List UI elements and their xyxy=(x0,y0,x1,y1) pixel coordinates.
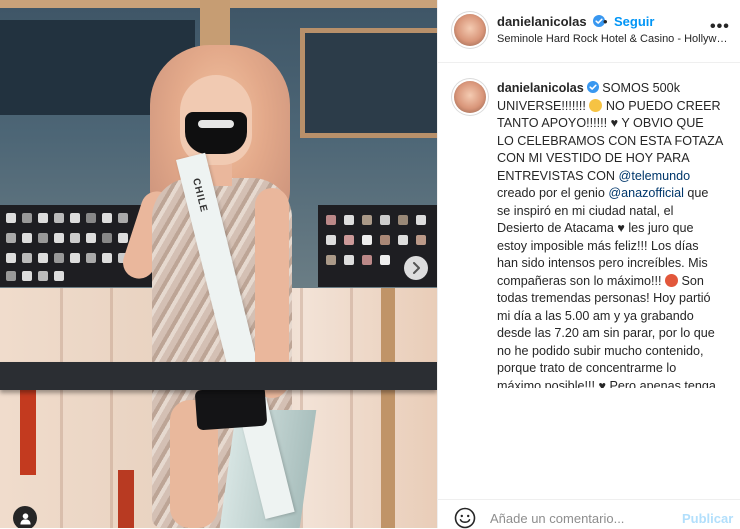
verified-badge-icon xyxy=(586,81,599,93)
user-icon xyxy=(19,512,31,525)
post-header: danielanicolas • Seguir Seminole Hard Ro… xyxy=(438,0,740,63)
username[interactable]: danielanicolas xyxy=(497,14,587,29)
red-decor xyxy=(118,470,134,528)
publish-button[interactable]: Publicar xyxy=(682,511,733,526)
shocked-emoji-icon xyxy=(589,98,603,112)
separator-dot: • xyxy=(603,14,608,29)
caption-part: que se inspiró en mi ciudad natal, el De… xyxy=(497,186,712,288)
username-link[interactable]: danielanicolas xyxy=(497,14,606,29)
caption-text: danielanicolas SOMOS 500k UNIVERSE!!!!!!… xyxy=(497,80,723,388)
red-decor xyxy=(20,380,36,475)
more-options-button[interactable]: ••• xyxy=(710,18,730,36)
tagged-users-button[interactable] xyxy=(13,506,37,528)
emoji-picker-icon[interactable] xyxy=(454,507,476,529)
location-link[interactable]: Seminole Hard Rock Hotel & Casino - Holl… xyxy=(497,33,729,45)
post-photo[interactable]: CHILE xyxy=(0,0,437,528)
post-side-panel: danielanicolas • Seguir Seminole Hard Ro… xyxy=(437,0,740,529)
window-right xyxy=(300,28,437,138)
comment-bar: Publicar xyxy=(438,500,740,529)
avatar[interactable] xyxy=(454,81,486,113)
next-photo-button[interactable] xyxy=(404,256,428,280)
heart-eyes-emoji-icon xyxy=(665,273,678,287)
caption-part: Son todas tremendas personas! Hoy partió… xyxy=(497,273,716,389)
follow-button[interactable]: Seguir xyxy=(614,14,654,29)
mention-link[interactable]: @anazofficial xyxy=(608,186,684,200)
wood-post xyxy=(381,288,395,528)
chevron-right-icon xyxy=(413,262,420,274)
clutch-bag xyxy=(194,385,268,431)
mention-link[interactable]: @telemundo xyxy=(619,169,691,183)
avatar[interactable] xyxy=(454,14,486,46)
comment-input[interactable] xyxy=(490,511,660,526)
caption-username[interactable]: danielanicolas xyxy=(497,81,584,95)
caption-area: danielanicolas SOMOS 500k UNIVERSE!!!!!!… xyxy=(438,63,740,388)
face-mask xyxy=(185,112,247,154)
handrail xyxy=(0,362,437,390)
